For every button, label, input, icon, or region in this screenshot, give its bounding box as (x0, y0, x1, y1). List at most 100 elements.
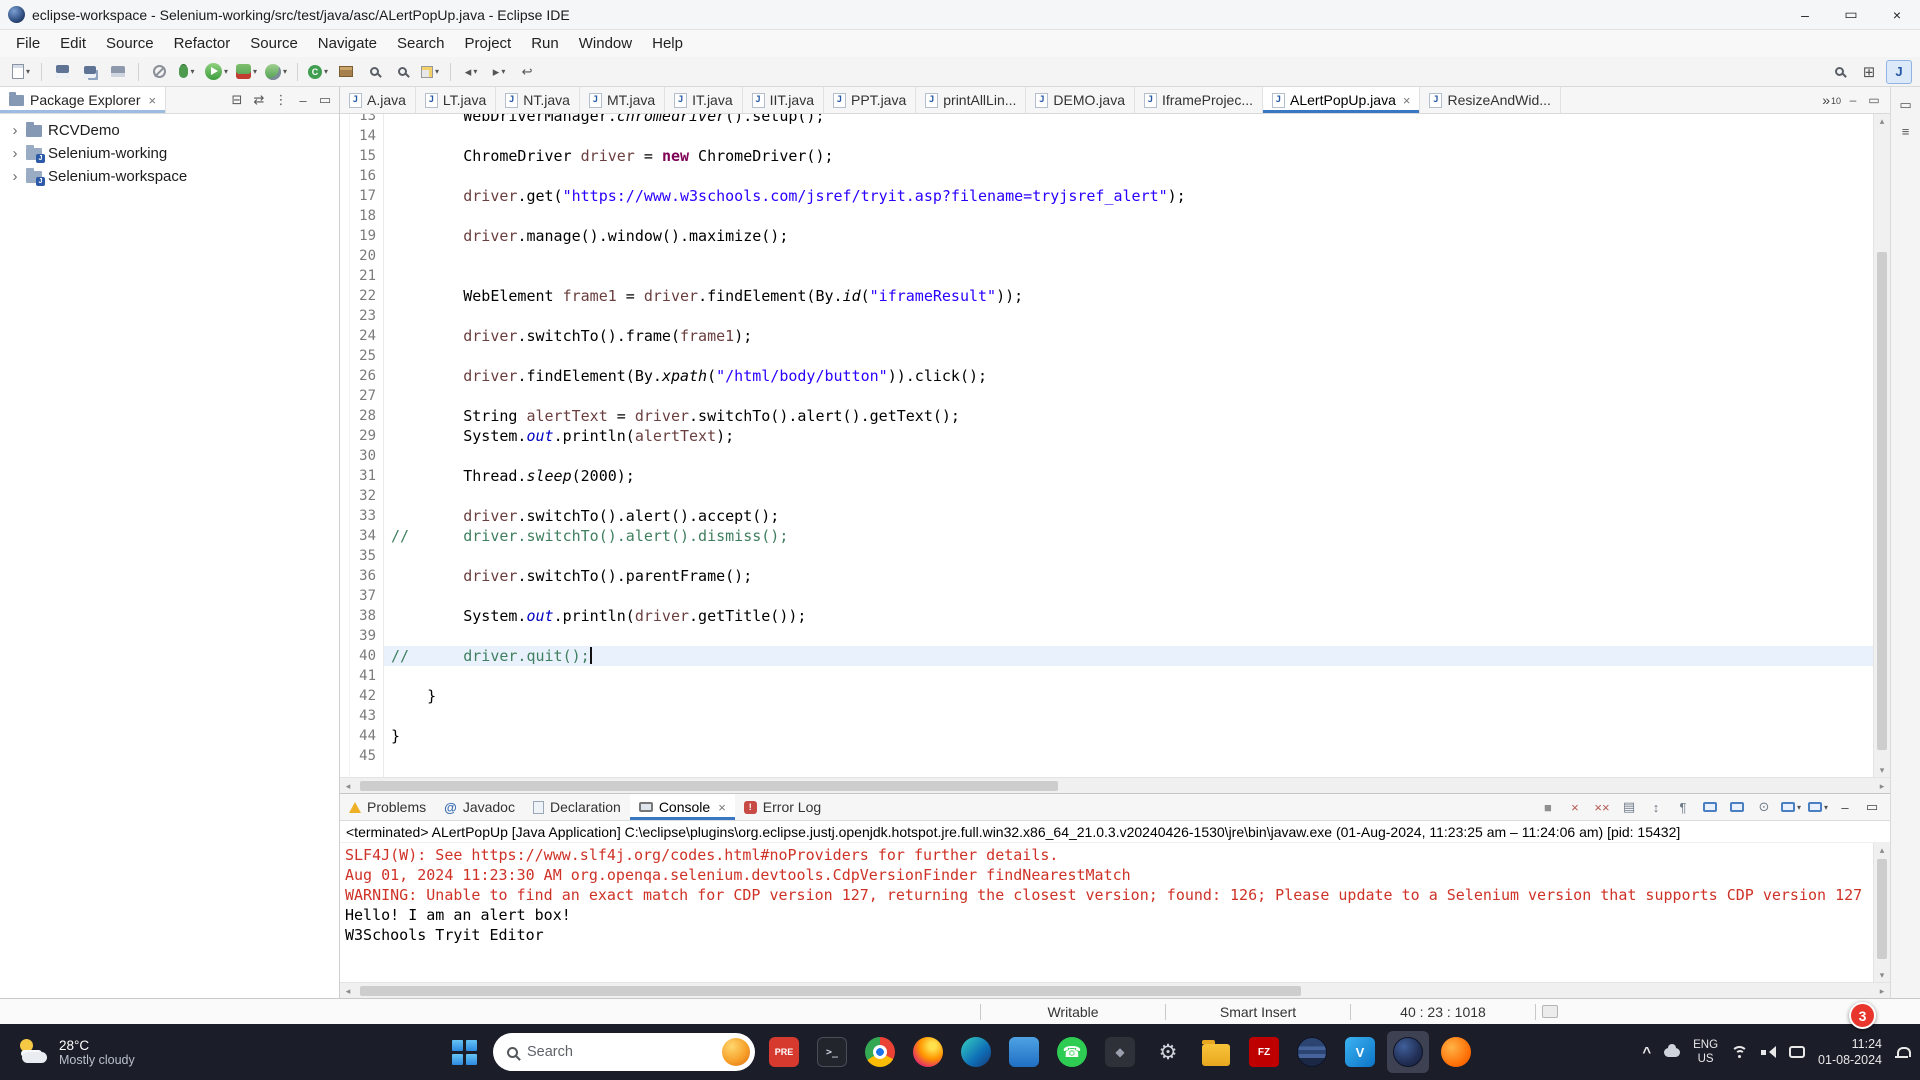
code-line-21[interactable] (384, 266, 1873, 286)
last-edit-location-button[interactable]: ↩ (514, 60, 540, 84)
taskbar-app-whatsapp[interactable]: ☎ (1051, 1031, 1093, 1073)
editor-tab-alertpopup-java[interactable]: JALertPopUp.java× (1263, 87, 1420, 113)
menu-refactor-3[interactable]: Refactor (164, 30, 241, 57)
code-line-40[interactable]: // driver.quit(); (384, 646, 1873, 666)
editor-tab-iframeprojec-[interactable]: JIframeProjec... (1135, 87, 1263, 113)
scroll-down-icon[interactable]: ▾ (1880, 968, 1885, 982)
notifications-icon[interactable] (1895, 1046, 1908, 1059)
taskbar-app-file-explorer[interactable] (1195, 1031, 1237, 1073)
restore-view-button[interactable]: ▭ (1896, 95, 1916, 115)
tray-app-icon[interactable] (1664, 1048, 1680, 1057)
console-vertical-scrollbar[interactable]: ▴ ▾ (1873, 843, 1890, 982)
minimize-window-button[interactable]: – (1782, 0, 1828, 29)
code-line-39[interactable] (384, 626, 1873, 646)
code-line-38[interactable]: System.out.println(driver.getTitle()); (384, 606, 1873, 626)
tab-javadoc[interactable]: @Javadoc (435, 794, 524, 820)
scroll-left-icon[interactable]: ◂ (340, 984, 356, 998)
taskbar-app-filezilla[interactable]: FZ (1243, 1031, 1285, 1073)
tray-chevron-icon[interactable]: ^ (1642, 1044, 1651, 1061)
taskbar-app-pre[interactable]: PRE (763, 1031, 805, 1073)
menu-help-10[interactable]: Help (642, 30, 693, 57)
code-line-18[interactable] (384, 206, 1873, 226)
code-line-37[interactable] (384, 586, 1873, 606)
editor-vertical-scrollbar[interactable]: ▴ ▾ (1873, 114, 1890, 777)
collapse-all-button[interactable]: ⊟ (227, 90, 247, 110)
tree-item-selenium-working[interactable]: ›JSelenium-working (0, 142, 339, 165)
search-toolbar-button[interactable] (389, 60, 415, 84)
menu-window-9[interactable]: Window (569, 30, 642, 57)
code-line-22[interactable]: WebElement frame1 = driver.findElement(B… (384, 286, 1873, 306)
remove-all-launches-button[interactable]: ×× (1589, 795, 1615, 819)
editor-horizontal-scrollbar[interactable]: ◂ ▸ (340, 777, 1890, 793)
close-view-icon[interactable]: × (149, 93, 157, 108)
editor-tab-nt-java[interactable]: JNT.java (496, 87, 580, 113)
back-button[interactable]: ◂▾ (458, 60, 484, 84)
taskbar-app-vscode[interactable]: V (1339, 1031, 1381, 1073)
tab-overflow-button[interactable]: »10 (1822, 92, 1841, 108)
notification-count-badge[interactable]: 3 (1849, 1002, 1876, 1029)
open-console-button[interactable]: ▾ (1805, 795, 1831, 819)
clear-console-button[interactable]: ▤ (1616, 795, 1642, 819)
menu-file-0[interactable]: File (6, 30, 50, 57)
taskbar-app-firefox[interactable] (907, 1031, 949, 1073)
save-button[interactable] (49, 60, 75, 84)
maximize-editor-button[interactable]: ▭ (1865, 91, 1883, 109)
forward-button[interactable]: ▸▾ (486, 60, 512, 84)
editor-tab-lt-java[interactable]: JLT.java (416, 87, 496, 113)
code-line-42[interactable]: } (384, 686, 1873, 706)
scroll-down-icon[interactable]: ▾ (1880, 763, 1885, 777)
scroll-right-icon[interactable]: ▸ (1874, 779, 1890, 793)
code-line-19[interactable]: driver.manage().window().maximize(); (384, 226, 1873, 246)
tree-item-rcvdemo[interactable]: ›RCVDemo (0, 119, 339, 142)
taskbar-app-mail[interactable] (1003, 1031, 1045, 1073)
coverage-button[interactable]: ▾ (233, 60, 260, 84)
console-hscroll-thumb[interactable] (360, 986, 1301, 996)
close-tab-icon[interactable]: × (718, 800, 726, 815)
menu-search-6[interactable]: Search (387, 30, 455, 57)
taskbar-app-eclipse-installer[interactable] (1291, 1031, 1333, 1073)
external-annotations-button[interactable]: ▾ (417, 60, 443, 84)
volume-icon[interactable] (1761, 1046, 1776, 1059)
outline-view-button[interactable]: ≡ (1896, 121, 1916, 141)
pin-console-button[interactable]: ⊙ (1751, 795, 1777, 819)
console-vscroll-thumb[interactable] (1877, 859, 1887, 959)
start-button[interactable] (443, 1031, 485, 1073)
code-line-32[interactable] (384, 486, 1873, 506)
maximize-view-button[interactable]: ▭ (315, 90, 335, 110)
new-wizard-button[interactable]: ▾ (8, 60, 34, 84)
remove-launch-button[interactable]: × (1562, 795, 1588, 819)
minimize-editor-button[interactable]: – (1844, 91, 1862, 109)
taskbar-app-dark-tool[interactable]: ◆ (1099, 1031, 1141, 1073)
minimize-view-button[interactable]: – (293, 90, 313, 110)
menu-source-2[interactable]: Source (96, 30, 164, 57)
new-package-button[interactable] (333, 60, 359, 84)
scroll-left-icon[interactable]: ◂ (340, 779, 356, 793)
code-line-16[interactable] (384, 166, 1873, 186)
editor-tab-mt-java[interactable]: JMT.java (580, 87, 665, 113)
language-indicator[interactable]: ENG US (1693, 1038, 1718, 1067)
code-line-33[interactable]: driver.switchTo().alert().accept(); (384, 506, 1873, 526)
code-line-30[interactable] (384, 446, 1873, 466)
taskbar-search[interactable]: Search (493, 1033, 755, 1071)
console-output[interactable]: SLF4J(W): See https://www.slf4j.org/code… (340, 843, 1873, 982)
new-java-class-button[interactable]: C▾ (305, 60, 331, 84)
scroll-lock-button[interactable]: ↕ (1643, 795, 1669, 819)
code-line-17[interactable]: driver.get("https://www.w3schools.com/js… (384, 186, 1873, 206)
tab-error-log[interactable]: !Error Log (735, 794, 830, 820)
open-perspective-button[interactable]: ⊞ (1856, 60, 1882, 84)
word-wrap-button[interactable]: ¶ (1670, 795, 1696, 819)
print-button[interactable] (105, 60, 131, 84)
taskbar-app-terminal[interactable]: >_ (811, 1031, 853, 1073)
tab-console[interactable]: Console× (630, 794, 735, 820)
scroll-right-icon[interactable]: ▸ (1874, 984, 1890, 998)
code-line-27[interactable] (384, 386, 1873, 406)
editor-tab-resizeandwid-[interactable]: JResizeAndWid... (1420, 87, 1560, 113)
code-lines[interactable]: WebDriverManager.chromedriver().setup();… (384, 114, 1873, 777)
expand-arrow-icon[interactable]: › (10, 168, 20, 185)
editor-tab-a-java[interactable]: JA.java (340, 87, 416, 113)
tree-item-selenium-workspace[interactable]: ›JSelenium-workspace (0, 165, 339, 188)
code-line-25[interactable] (384, 346, 1873, 366)
run-button[interactable]: ▾ (202, 60, 231, 84)
view-menu-button[interactable]: ⋮ (271, 90, 291, 110)
menu-run-8[interactable]: Run (521, 30, 569, 57)
